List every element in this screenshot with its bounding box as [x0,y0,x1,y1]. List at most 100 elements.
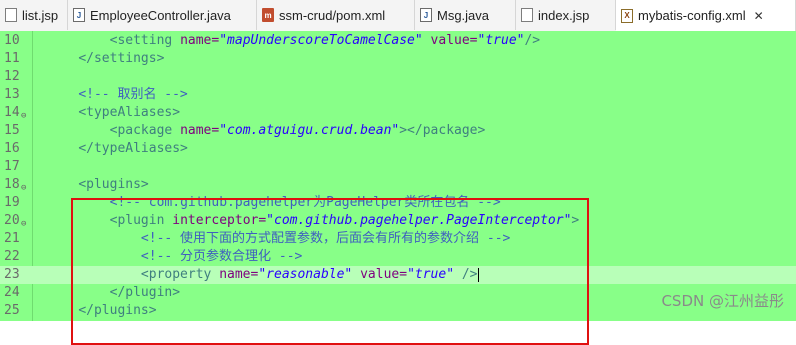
tab-label: Msg.java [437,7,490,23]
tab-mybatis-config-xml[interactable]: X mybatis-config.xml ✕ [616,0,796,31]
line-number: 23 [4,267,20,282]
code-token-val: "com.atguigu.crud.bean" [219,123,400,138]
code-text: </typeAliases> [47,140,188,158]
code-token-comment: <!-- 取别名 --> [78,87,188,102]
code-token-tag: </settings> [78,51,165,66]
code-line[interactable]: 13 <!-- 取别名 --> [0,86,796,104]
code-line[interactable]: 16 </typeAliases> [0,140,796,158]
code-text: <!-- 分页参数合理化 --> [47,248,302,266]
close-tab-icon[interactable]: ✕ [754,9,764,23]
code-line[interactable]: 20 ⊖ <plugin interceptor="com.github.page… [0,212,796,230]
code-token-tag: <setting [109,33,181,48]
code-line[interactable]: 18 ⊖ <plugins> [0,176,796,194]
code-line[interactable]: 23 <property name="reasonable" value="tr… [0,266,796,284]
code-token-val: "reasonable" [258,267,353,282]
code-line[interactable]: 21 <!-- 使用下面的方式配置参数，后面会有所有的参数介绍 --> [0,230,796,248]
tab-label: mybatis-config.xml [638,8,746,23]
code-token-tag: </plugins> [78,303,157,318]
code-token-comment: <!-- com.github.pagehelper为PageHelper类所在… [109,195,501,210]
code-token-comment: <!-- 分页参数合理化 --> [140,249,303,264]
code-text: <!-- 取别名 --> [47,86,188,104]
watermark: CSDN @江州益彤 [661,292,784,310]
code-token-attr: value= [430,33,478,48]
line-number: 11 [4,51,20,66]
code-line[interactable]: 10 <setting name="mapUnderscoreToCamelCa… [0,32,796,50]
code-token-tag: <property [140,267,220,282]
code-text: <property name="reasonable" value="true"… [47,266,479,284]
code-text: <package name="com.atguigu.crud.bean"></… [47,122,486,140]
code-token-val: "true" [477,33,525,48]
java-file-icon: J [73,8,85,22]
code-text: </plugin> [47,284,180,302]
line-number: 10 [4,33,20,48]
code-line[interactable]: 22 <!-- 分页参数合理化 --> [0,248,796,266]
code-line[interactable]: 15 <package name="com.atguigu.crud.bean"… [0,122,796,140]
tab-label: index.jsp [538,7,590,23]
code-token-tag: /> [461,267,478,282]
jsp-file-icon [521,8,533,22]
code-token-val: "true" [407,267,455,282]
code-text: <setting name="mapUnderscoreToCamelCase"… [47,32,541,50]
code-token-tag: </plugin> [109,285,181,300]
code-token-tag: > [571,213,580,228]
code-token-attr: name= [219,267,259,282]
code-token-attr: value= [360,267,408,282]
code-token-tag: ></package> [399,123,486,138]
line-number: 22 [4,249,20,264]
line-number: 16 [4,141,20,156]
code-line[interactable]: 11 </settings> [0,50,796,68]
code-text: </plugins> [47,302,157,320]
line-number: 13 [4,87,20,102]
code-token-tag: /> [524,33,541,48]
code-editor[interactable]: 10 <setting name="mapUnderscoreToCamelCa… [0,31,796,345]
code-token-val: "mapUnderscoreToCamelCase" [219,33,423,48]
code-token-tag: <typeAliases> [78,105,181,120]
code-text: <plugins> [47,176,149,194]
tab-index-jsp[interactable]: index.jsp [516,0,616,30]
code-token-tag: <package [109,123,181,138]
code-token-attr: name= [180,123,220,138]
java-file-icon: J [420,8,432,22]
jsp-file-icon [5,8,17,22]
line-number: 25 [4,303,20,318]
code-text: </settings> [47,50,164,68]
line-number: 24 [4,285,20,300]
code-line[interactable]: 12 [0,68,796,86]
code-line[interactable]: 14 ⊖ <typeAliases> [0,104,796,122]
line-number: 12 [4,69,20,84]
code-text: <!-- 使用下面的方式配置参数，后面会有所有的参数介绍 --> [47,230,510,248]
text-cursor [477,267,479,282]
xml-file-icon: X [621,8,633,23]
tab-list-jsp[interactable]: list.jsp [0,0,68,30]
code-line[interactable]: 19 <!-- com.github.pagehelper为PageHelper… [0,194,796,212]
code-text: <!-- com.github.pagehelper为PageHelper类所在… [47,194,501,212]
line-number: 17 [4,159,20,174]
tab-msg-java[interactable]: J Msg.java [415,0,516,30]
line-number: 15 [4,123,20,138]
tab-employeecontroller-java[interactable]: J EmployeeController.java [68,0,257,30]
code-text: <typeAliases> [47,104,180,122]
code-line[interactable]: 17 [0,158,796,176]
line-number: 21 [4,231,20,246]
editor-tab-bar: list.jsp J EmployeeController.java m ssm… [0,0,796,32]
code-text: <plugin interceptor="com.github.pagehelp… [47,212,580,230]
code-token-tag: <plugins> [78,177,149,192]
maven-file-icon: m [262,8,274,22]
tab-pom-xml[interactable]: m ssm-crud/pom.xml [257,0,415,30]
